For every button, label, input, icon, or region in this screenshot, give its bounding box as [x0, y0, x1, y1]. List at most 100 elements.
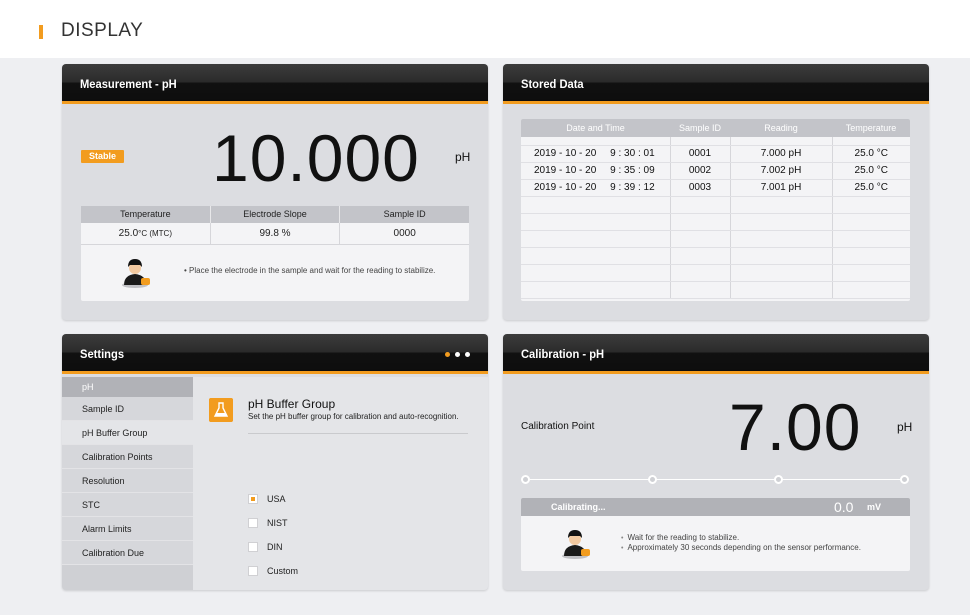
electrode-slope-value: 99.8 %	[211, 223, 341, 244]
header-sample-id: Sample ID	[383, 209, 426, 219]
title-accent-bar	[39, 25, 43, 39]
stored-data-panel: Stored Data Date and Time Sample ID Read…	[503, 64, 929, 320]
calibration-panel-header: Calibration - pH	[503, 334, 929, 374]
row-reading: 7.002 pH	[730, 162, 833, 180]
measurement-hint-row: • Place the electrode in the sample and …	[81, 245, 469, 299]
stored-table-header: Date and Time Sample ID Reading Temperat…	[521, 119, 910, 137]
empty-row	[521, 213, 910, 231]
header-sample-id: Sample ID	[670, 119, 730, 137]
row-sample-id: 0001	[670, 145, 731, 163]
row-datetime: 2019 - 10 - 20 9 : 30 : 01	[521, 145, 671, 163]
stored-panel-header: Stored Data	[503, 64, 929, 104]
header-electrode-slope: Electrode Slope	[211, 206, 341, 223]
sidebar-item-calibration-due[interactable]: Calibration Due	[62, 541, 193, 565]
checkbox-din[interactable]	[248, 542, 258, 552]
row-temperature: 25.0 °C	[832, 179, 910, 197]
settings-content: pH Buffer Group Set the pH buffer group …	[193, 377, 488, 590]
operator-avatar-icon	[122, 259, 150, 288]
row-reading: 7.001 pH	[730, 179, 833, 197]
row-temperature: 25.0 °C	[832, 145, 910, 163]
row-sample-id: 0003	[670, 179, 731, 197]
measurement-value: 10.000	[212, 121, 420, 195]
empty-row	[521, 230, 910, 248]
buffer-group-title: pH Buffer Group	[248, 397, 336, 411]
stored-data-table: Date and Time Sample ID Reading Temperat…	[521, 119, 910, 301]
page-dot[interactable]	[455, 352, 460, 357]
header-temperature: Temperature	[832, 119, 910, 137]
sample-id-value: 0000	[393, 228, 416, 239]
empty-row	[521, 281, 910, 299]
option-label: Custom	[267, 566, 299, 576]
checkbox-nist[interactable]	[248, 518, 258, 528]
measurement-title: Measurement - pH	[80, 77, 177, 91]
settings-panel: Settings pH Sample ID pH Buffer Group Ca…	[62, 334, 488, 590]
sidebar-category-ph[interactable]: pH	[62, 377, 193, 397]
row-temperature: 25.0 °C	[832, 162, 910, 180]
settings-title: Settings	[80, 347, 125, 361]
measurement-table-row: 25.0°C (MTC) 99.8 % 0000	[81, 223, 469, 245]
header-date-time: Date and Time	[521, 119, 670, 137]
calibration-unit: pH	[897, 420, 913, 434]
table-row[interactable]: 2019 - 10 - 20 9 : 35 : 09 0002 7.002 pH…	[521, 162, 910, 180]
divider	[248, 433, 468, 434]
measurement-panel-header: Measurement - pH	[62, 64, 488, 104]
table-row[interactable]: 2019 - 10 - 20 9 : 30 : 01 0001 7.000 pH…	[521, 145, 910, 163]
option-din[interactable]: DIN	[248, 542, 283, 552]
calibration-status-box: Calibrating... 0.0 mV Wait for the readi…	[521, 498, 910, 571]
page-title: DISPLAY	[61, 20, 144, 41]
measurement-hint: • Place the electrode in the sample and …	[184, 266, 436, 275]
mv-value: 0.0	[834, 499, 854, 515]
stored-title: Stored Data	[521, 77, 584, 91]
checkbox-custom[interactable]	[248, 566, 258, 576]
header-temperature: Temperature	[81, 206, 211, 223]
sidebar-item-sample-id[interactable]: Sample ID	[62, 397, 193, 421]
mv-unit: mV	[867, 502, 882, 512]
measurement-table-header: Temperature Electrode Slope Sample ID	[81, 206, 469, 223]
row-datetime: 2019 - 10 - 20 9 : 39 : 12	[521, 179, 671, 197]
option-label: NIST	[267, 518, 288, 528]
checkbox-usa[interactable]	[248, 494, 258, 504]
calibration-value: 7.00	[729, 390, 862, 464]
measurement-panel: Measurement - pH Stable 10.000 pH Temper…	[62, 64, 488, 320]
stable-badge: Stable	[81, 150, 124, 163]
page-header: DISPLAY	[0, 0, 970, 58]
row-reading: 7.000 pH	[730, 145, 833, 163]
buffer-group-description: Set the pH buffer group for calibration …	[248, 412, 459, 421]
sidebar-item-stc[interactable]: STC	[62, 493, 193, 517]
calibration-progress-track	[525, 479, 906, 480]
empty-row	[521, 196, 910, 214]
operator-avatar-icon	[562, 530, 590, 559]
header-reading: Reading	[730, 119, 832, 137]
option-label: DIN	[267, 542, 283, 552]
progress-node	[900, 475, 909, 484]
page-dot[interactable]	[465, 352, 470, 357]
settings-sidebar: pH Sample ID pH Buffer Group Calibration…	[62, 377, 193, 590]
page-indicator[interactable]	[445, 352, 470, 357]
measurement-info-table: Temperature Electrode Slope Sample ID 25…	[81, 206, 469, 301]
calibration-hint: Wait for the reading to stabilize.	[621, 533, 739, 542]
sidebar-item-resolution[interactable]: Resolution	[62, 469, 193, 493]
empty-row	[521, 247, 910, 265]
table-row[interactable]: 2019 - 10 - 20 9 : 39 : 12 0003 7.001 pH…	[521, 179, 910, 197]
measurement-unit: pH	[455, 150, 471, 164]
calibration-hint: Approximately 30 seconds depending on th…	[621, 543, 860, 552]
calibration-status-bar: Calibrating... 0.0 mV	[521, 498, 910, 516]
option-nist[interactable]: NIST	[248, 518, 288, 528]
option-custom[interactable]: Custom	[248, 566, 298, 576]
flask-icon	[209, 398, 233, 422]
option-label: USA	[267, 494, 286, 504]
calibrating-label: Calibrating...	[551, 502, 606, 512]
progress-node	[521, 475, 530, 484]
calibration-title: Calibration - pH	[521, 347, 605, 361]
row-datetime: 2019 - 10 - 20 9 : 35 : 09	[521, 162, 671, 180]
empty-row	[521, 264, 910, 282]
calibration-point-label: Calibration Point	[521, 421, 595, 432]
option-usa[interactable]: USA	[248, 494, 286, 504]
sidebar-item-ph-buffer-group[interactable]: pH Buffer Group	[62, 421, 193, 445]
sidebar-item-alarm-limits[interactable]: Alarm Limits	[62, 517, 193, 541]
sidebar-item-calibration-points[interactable]: Calibration Points	[62, 445, 193, 469]
calibration-panel: Calibration - pH Calibration Point 7.00 …	[503, 334, 929, 590]
page-dot-active[interactable]	[445, 352, 450, 357]
progress-node	[774, 475, 783, 484]
settings-panel-header: Settings	[62, 334, 488, 374]
